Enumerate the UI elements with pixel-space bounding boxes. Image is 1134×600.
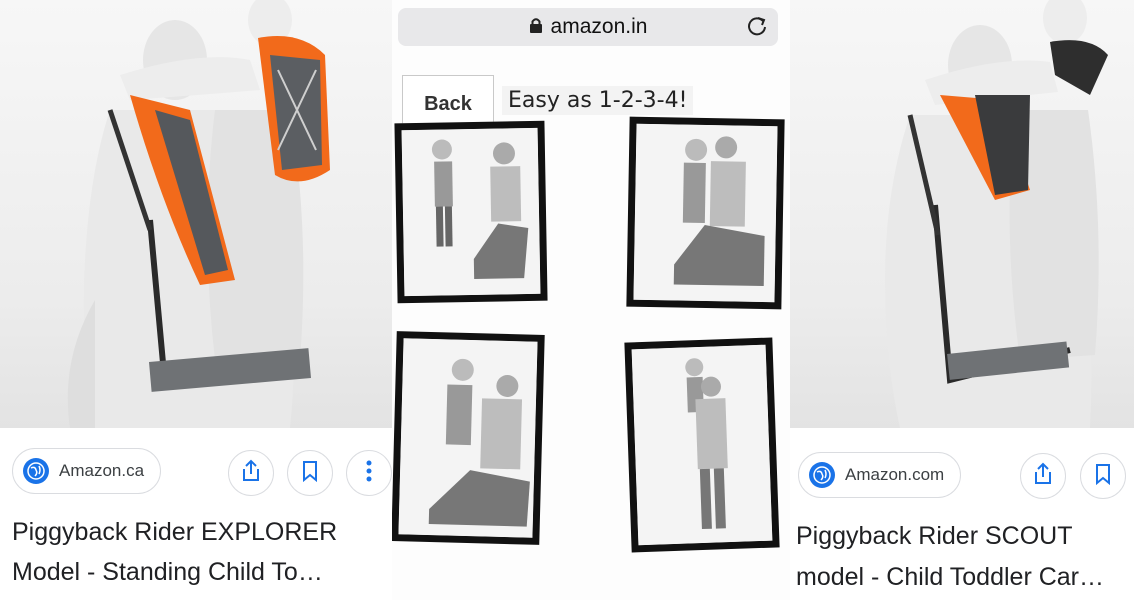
step-photo-2 xyxy=(626,116,785,310)
bookmark-button[interactable] xyxy=(287,450,333,496)
source-label: Amazon.com xyxy=(845,465,945,484)
step-photo-1 xyxy=(394,120,548,304)
more-options-button[interactable] xyxy=(346,450,392,496)
reload-icon[interactable] xyxy=(746,15,768,42)
address-bar[interactable]: amazon.in xyxy=(398,8,778,46)
share-button[interactable] xyxy=(228,450,274,496)
share-icon xyxy=(240,459,262,488)
share-icon xyxy=(1032,462,1054,491)
left-result-card[interactable]: Amazon.ca Piggyback Rider EXPLORER Model… xyxy=(0,0,392,600)
source-chip-amazon-ca[interactable]: Amazon.ca xyxy=(12,448,162,494)
product-image-explorer[interactable] xyxy=(0,0,392,428)
mannequin-scout-illustration xyxy=(885,0,1108,428)
source-label: Amazon.ca xyxy=(59,461,145,480)
step-photo-4 xyxy=(624,337,780,553)
globe-icon xyxy=(809,462,835,488)
result-title-line2[interactable]: model - Child Toddler Car… xyxy=(796,557,1104,597)
right-result-card[interactable]: Amazon.com Piggyback Rider SCOUT model -… xyxy=(790,0,1134,600)
globe-icon xyxy=(23,458,49,484)
step-photo-3 xyxy=(392,331,545,545)
bookmark-button[interactable] xyxy=(1080,453,1126,499)
source-chip-amazon-com[interactable]: Amazon.com xyxy=(798,452,962,498)
result-title-line1[interactable]: Piggyback Rider EXPLORER xyxy=(12,512,337,552)
bookmark-icon xyxy=(1094,463,1112,490)
middle-screenshot-panel: amazon.in Back Easy as 1-2-3-4! xyxy=(392,0,790,600)
url-text: amazon.in xyxy=(550,15,648,38)
banner-text: Easy as 1-2-3-4! xyxy=(502,86,694,115)
share-button[interactable] xyxy=(1020,453,1066,499)
more-vert-icon xyxy=(366,460,372,487)
lock-icon xyxy=(529,17,543,38)
result-title-line1[interactable]: Piggyback Rider SCOUT xyxy=(796,516,1072,556)
product-image-scout[interactable] xyxy=(790,0,1134,428)
result-title-line2[interactable]: Model - Standing Child To… xyxy=(12,552,323,592)
mannequin-explorer-illustration xyxy=(67,0,330,428)
bookmark-icon xyxy=(301,460,319,487)
